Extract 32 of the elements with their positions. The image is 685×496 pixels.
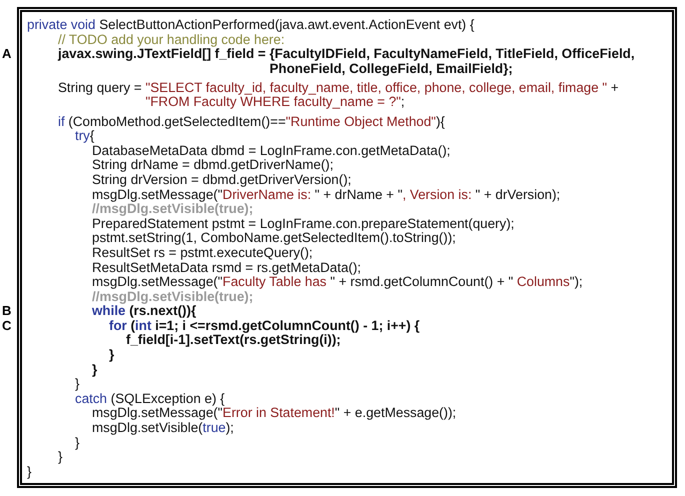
code-line: ResultSetMetaData rsmd = rs.getMetaData(); [92,260,362,276]
code-line: String drVersion = dbmd.getDriverVersion(); [92,172,352,188]
code-line: String drName = dbmd.getDriverName(); [92,158,334,173]
closing-brace: } [109,348,114,363]
closing-brace: } [27,464,32,480]
line-marker: A [2,47,12,62]
code-line: msgDlg.setMessage("Faculty Table has " + rsmd.getColumnCount() + " Columns"); [92,275,583,290]
line-marker: B [2,304,12,319]
closing-brace: } [58,450,62,465]
code-line: //msgDlg.setVisible(true); [92,202,254,217]
code-line: catch (SQLException e) { [75,392,225,406]
closing-brace: } [75,436,80,450]
closing-brace: } [75,377,80,392]
line-marker: C [2,318,12,334]
code-line: msgDlg.setMessage("DriverName is: " + drName + ", Version is: " + drVersion); [92,188,560,202]
code-line: for (int i=1; i <=rsmd.getColumnCount() - 1; i++) { [109,318,420,334]
code-line: f_field[i-1].setText(rs.getString(i)); [126,333,341,348]
code-line: msgDlg.setVisible(true); [92,421,234,436]
code-line: javax.swing.JTextField[] f_field = {FacultyIDField, FacultyNameField, TitleField, OfficeField, PhoneField, CollegeField, EmailField}; [58,47,635,76]
code-line: pstmt.setString(1, ComboName.getSelectedItem().toString()); [92,231,456,246]
closing-brace: } [92,362,98,378]
code-line: msgDlg.setMessage("Error in Statement!" + e.getMessage()); [92,406,456,422]
code-line: if (ComboMethod.getSelectedItem()=="Runtime Object Method"){ [58,114,445,130]
code-line: PreparedStatement pstmt = LogInFrame.con.prepareStatement(query); [92,216,514,232]
code-line: ResultSet rs = pstmt.executeQuery(); [92,246,313,260]
code-line: try{ [75,129,94,144]
code-line: // TODO add your handling code here: [58,32,285,48]
code-line: DatabaseMetaData dbmd = LogInFrame.con.getMetaData(); [92,144,450,158]
code-line: //msgDlg.setVisible(true); [92,290,254,304]
code-line: String query = "SELECT faculty_id, faculty_name, title, office, phone, college, email, fimage " + "FROM Faculty WHERE faculty_name = ?"; [58,80,619,110]
code-line: while (rs.next()){ [92,304,196,319]
code-line: private void SelectButtonActionPerformed(java.awt.event.ActionEvent evt) { [27,18,474,33]
